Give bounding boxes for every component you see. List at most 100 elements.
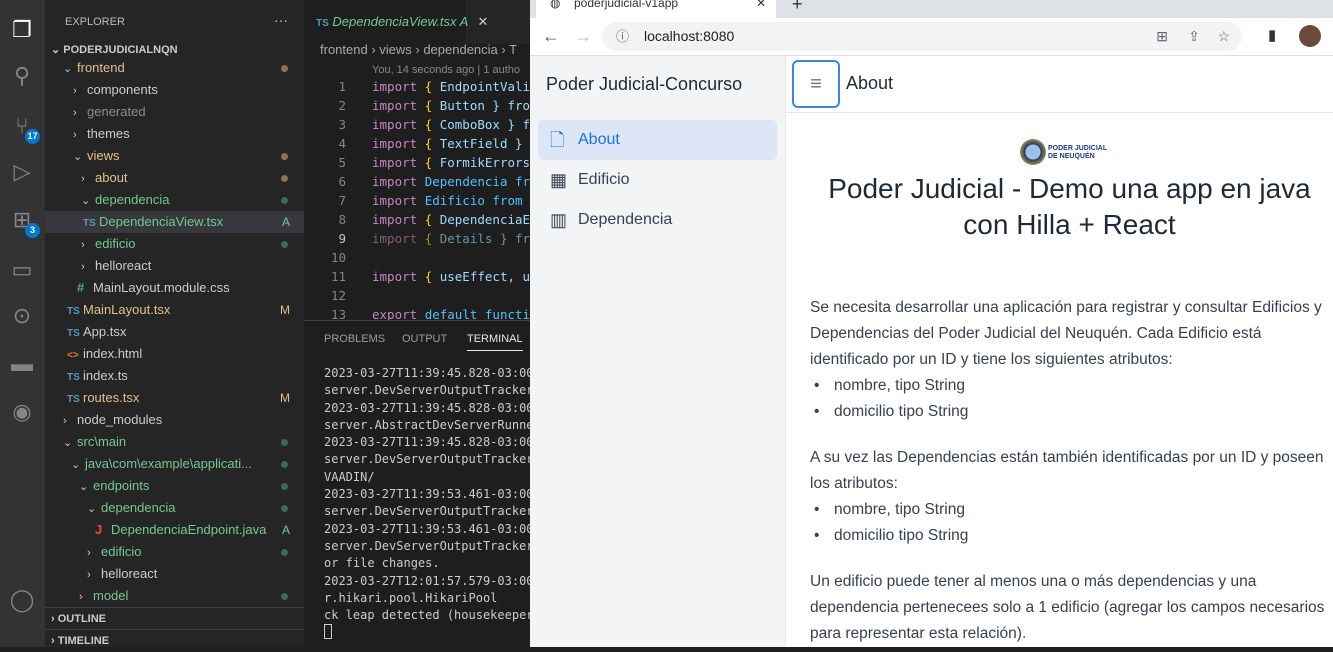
tree-item[interactable]: › themes [45,123,304,145]
tab-output[interactable]: OUTPUT [402,333,447,345]
code-token: import [372,79,418,94]
tree-item[interactable]: ⌄ frontend [45,57,304,79]
terminal-line: 2023-03-27T11:39:45.828-03:00 [324,435,534,450]
more-actions-icon[interactable]: ··· [274,12,288,28]
terminal-line: or file changes. [324,556,440,571]
tab-problems[interactable]: PROBLEMS [324,333,385,345]
tree-item[interactable]: › components [45,79,304,101]
tree-item[interactable]: TS DependenciaView.tsx A [45,211,304,233]
git-status-dot [281,175,288,182]
docker-icon[interactable]: ▬ [8,350,36,378]
tree-item[interactable]: ⌄ endpoints [45,475,304,497]
tree-item[interactable]: › edificio [45,233,304,255]
tree-item[interactable]: ⌄ java\com\example\applicati... [45,453,304,475]
html-file-icon: <> [67,350,79,361]
globe-icon: ◍ [550,0,561,10]
translate-icon[interactable]: ⊞ [1156,22,1168,51]
side-panel-icon[interactable]: ▮ [1268,26,1276,44]
tree-item[interactable]: TS index.ts [45,365,304,387]
code-token: { [417,136,440,151]
app-sidebar: Poder Judicial-Concurso 🗋 About ▦ Edificio… [530,56,786,647]
github-icon[interactable]: ◉ [8,398,36,426]
close-tab-icon[interactable]: ✕ [756,0,766,12]
tree-item[interactable]: TS routes.tsx M [45,387,304,409]
nav-dependencia[interactable]: ▥ Dependencia [538,200,777,240]
tree-item[interactable]: › edificio [45,541,304,563]
tree-item-label: themes [87,126,130,141]
url-input[interactable]: ⓘ localhost:8080 ⊞ ⇪ ☆ [602,22,1242,51]
terminal-line: r.hikari.pool.HikariPool [324,590,498,605]
breadcrumb[interactable]: frontend › views › dependencia › T [320,42,517,57]
tree-item-label: helloreact [95,258,152,273]
terminal-output[interactable]: 2023-03-27T11:39:45.828-03:00 server.DevS… [324,365,541,642]
git-status-dot [281,461,288,468]
menu-toggle-button[interactable]: ≡ [792,60,840,108]
remote-explorer-icon[interactable]: ▭ [8,256,36,284]
close-icon[interactable]: ✕ [477,14,488,29]
chevron-down-icon: ⌄ [71,459,81,471]
line-number: 7 [338,193,346,208]
git-status: M [280,303,290,317]
app-header: ≡ About [786,56,1333,113]
share-icon[interactable]: ⇪ [1188,22,1200,51]
chevron-down-icon: ⌄ [63,437,73,449]
tree-item[interactable]: ⌄ dependencia [45,497,304,519]
tree-item[interactable]: TS MainLayout.tsx M [45,299,304,321]
tree-item-label: java\com\example\applicati... [85,456,252,471]
tab-terminal[interactable]: TERMINAL [467,333,523,351]
extensions-icon[interactable]: ⊞ 3 [8,206,40,238]
bookmark-star-icon[interactable]: ☆ [1217,22,1230,51]
tree-item[interactable]: ⌄ src\main [45,431,304,453]
tree-item[interactable]: › about [45,167,304,189]
info-icon: ⓘ [616,29,630,44]
git-status-dot [281,439,288,446]
chevron-right-icon: › [81,173,85,185]
tree-item[interactable]: TS App.tsx [45,321,304,343]
tree-item-label: src\main [77,434,127,449]
tree-item[interactable]: # MainLayout.module.css [45,277,304,299]
outline-section[interactable]: › OUTLINE [45,607,304,629]
run-debug-icon[interactable]: ▷ [8,158,36,186]
tree-item-label: model [93,588,129,603]
search-icon[interactable]: ⚲ [8,62,36,90]
typescript-file-icon: TS [83,218,96,229]
account-icon[interactable]: ◯ [8,586,36,614]
tree-item[interactable]: <> index.html [45,343,304,365]
code-line: 11 import { useEffect, u [304,267,530,286]
typescript-file-icon: TS [67,394,80,405]
chevron-right-icon: › [63,415,67,427]
code-area[interactable]: 1 import { EndpointVali 2 import { Button }… [304,77,530,324]
profile-avatar[interactable] [1299,25,1321,47]
tree-item[interactable]: › node_modules [45,409,304,431]
back-icon[interactable]: ← [542,26,560,47]
timeline-section[interactable]: › TIMELINE [45,629,304,651]
typescript-file-icon: TS [67,328,80,339]
buildings-icon: ▥ [550,210,568,230]
nav-about[interactable]: 🗋 About [538,120,777,160]
editor-tab[interactable]: TS DependenciaView.tsx A ✕ [304,0,488,44]
terminal-line: 2023-03-27T12:01:57.579-03:00 [324,573,534,588]
browser-tab[interactable]: ◍ poderjudicial-v1app ✕ [536,0,776,18]
terminal-line: 2023-03-27T11:39:53.461-03:00 [324,521,534,536]
tree-item[interactable]: › helloreact [45,255,304,277]
tree-item[interactable]: › helloreact [45,563,304,585]
tree-item[interactable]: ⌄ dependencia [45,189,304,211]
tree-item[interactable]: J DependenciaEndpoint.java A [45,519,304,541]
files-icon[interactable]: ❐ [8,16,36,44]
tree-item[interactable]: › generated [45,101,304,123]
nav-edificio[interactable]: ▦ Edificio [538,160,777,200]
tab-label: DependenciaView.tsx [332,14,457,29]
line-number: 9 [338,231,346,246]
line-number: 6 [338,174,346,189]
chevron-right-icon: › [73,107,77,119]
new-tab-icon[interactable]: + [792,0,803,15]
forward-icon[interactable]: → [574,26,592,47]
source-control-icon[interactable]: ⑂ 17 [8,112,40,144]
tree-item-label: endpoints [93,478,150,493]
git-graph-icon[interactable]: ⊙ [8,302,36,330]
tree-item[interactable]: › model [45,585,304,607]
typescript-file-icon: TS [67,372,80,383]
activity-bar: ❐ ⚲ ⑂ 17 ▷ ⊞ 3 ▭ ⊙ ▬ ◉ ◯ [0,0,45,647]
tree-item[interactable]: ⌄ views [45,145,304,167]
git-status-dot [281,241,288,248]
